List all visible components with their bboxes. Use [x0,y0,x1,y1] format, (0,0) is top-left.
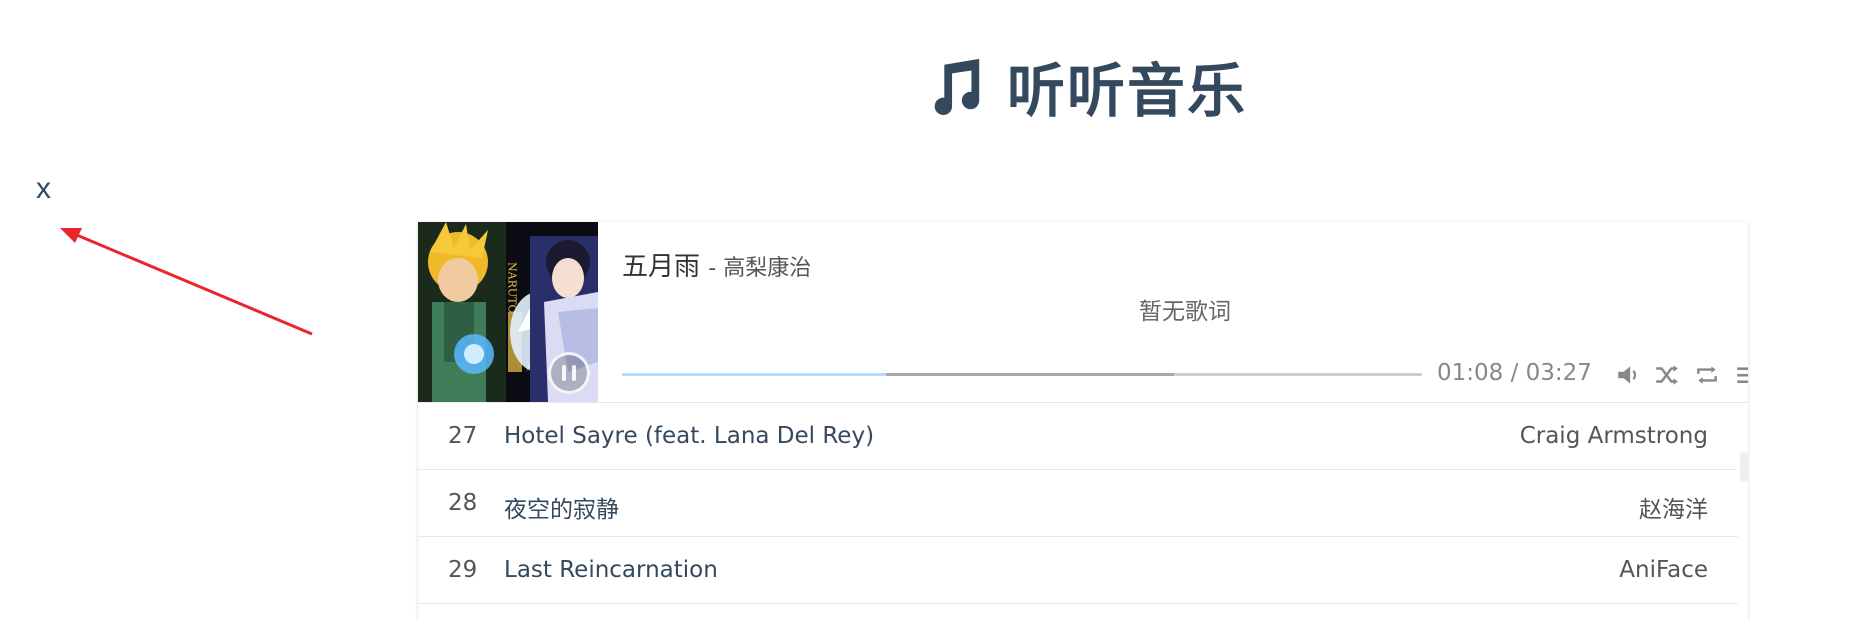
song-artist: - 高梨康治 [708,256,812,281]
playlist-item[interactable]: 27 Hotel Sayre (feat. Lana Del Rey) Crai… [418,403,1738,470]
lyric-text: 暂无歌词 [1139,299,1231,325]
time-display: 01:08 / 03:27 [1437,360,1592,386]
repeat-icon[interactable] [1694,362,1720,388]
now-playing: 五月雨 - 高梨康治 [622,246,811,283]
track-index: 28 [448,490,478,516]
music-player: NARUTO 五月雨 - 高梨康治 暂无歌词 01:08 / 03:27 27 … [418,222,1748,620]
pause-icon-bar [572,365,576,381]
track-index: 29 [448,557,478,583]
playlist: 27 Hotel Sayre (feat. Lana Del Rey) Crai… [418,403,1738,604]
playlist-scrollbar[interactable] [1740,452,1748,482]
music-note-icon [934,58,980,116]
site-header: 听听音乐 [0,44,1852,128]
page-title: 听听音乐 [1006,57,1247,125]
player-header: NARUTO 五月雨 - 高梨康治 暂无歌词 01:08 / 03:27 [418,222,1748,403]
progress-bar[interactable] [622,373,1422,376]
page: 听听音乐 x NARUTO 五月雨 - 高梨康治 暂无歌词 01:08 / 03… [0,0,1852,620]
pause-button[interactable] [548,352,590,394]
track-title: Last Reincarnation [504,557,718,583]
playlist-menu-icon[interactable] [1734,362,1748,388]
progress-played [622,373,886,376]
track-title: Hotel Sayre (feat. Lana Del Rey) [504,423,875,449]
svg-text:NARUTO: NARUTO [506,262,519,313]
player-controls: 01:08 / 03:27 [622,360,1748,388]
close-button[interactable]: x [36,172,51,206]
pause-icon-bar [562,365,566,381]
track-info: 五月雨 - 高梨康治 暂无歌词 01:08 / 03:27 [622,222,1748,402]
track-artist: AniFace [1619,557,1708,583]
track-index: 27 [448,423,478,449]
track-artist: Craig Armstrong [1519,423,1708,449]
track-title: 夜空的寂静 [504,497,619,523]
playlist-item[interactable]: 28 夜空的寂静 赵海洋 [418,470,1738,537]
shuffle-icon[interactable] [1654,362,1680,388]
track-artist: 赵海洋 [1639,497,1708,523]
volume-icon[interactable] [1615,362,1641,388]
song-title: 五月雨 [622,252,701,282]
playlist-item[interactable]: 29 Last Reincarnation AniFace [418,537,1738,604]
album-cover[interactable]: NARUTO [418,222,598,402]
